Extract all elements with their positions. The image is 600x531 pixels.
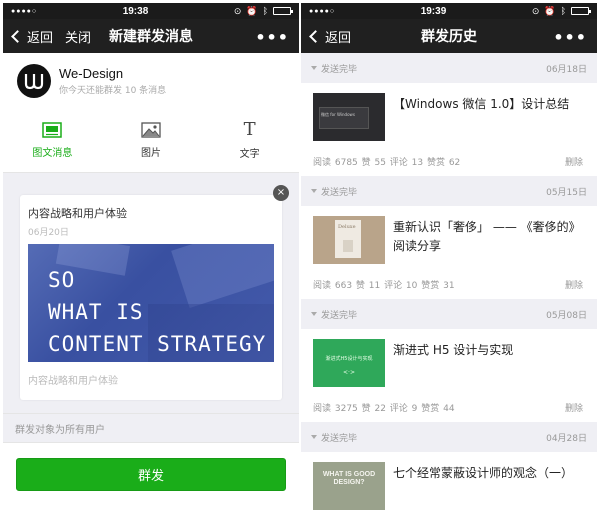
tab-image-label: 图片 <box>141 148 161 159</box>
card-digest: 内容战略和用户体验 <box>28 376 118 387</box>
composer-area: 内容战略和用户体验 06月20日 SO WHAT IS CONTENT STRA… <box>3 179 299 407</box>
image-icon <box>141 122 161 138</box>
history-item: 发送完毕 05月15日 Deluxe 重新认识「奢侈」 —— 《奢侈的》阅读分享… <box>301 176 597 299</box>
lock-rotation-icon: ⊙ <box>531 5 540 16</box>
card-cover-image: SO WHAT IS CONTENT STRATEGY <box>28 244 274 362</box>
cover-line-2: WHAT IS <box>48 300 144 324</box>
chevron-left-icon <box>11 29 24 43</box>
article-thumbnail: 微信 for Windows <box>313 93 385 141</box>
send-area: 群发 <box>3 443 299 528</box>
send-date: 05月15日 <box>546 187 587 198</box>
alarm-icon: ⏰ <box>246 5 258 16</box>
compose-screen: ●●●●○ 19:38 ⊙ ⏰ ᛒ 返回 关闭 新建群发消息 ••• We-De… <box>3 3 299 528</box>
audience-label: 群发对象为所有用户 <box>15 424 105 436</box>
signal-icon: ●●●●○ <box>309 7 336 15</box>
account-header: We-Design 你今天还能群发 10 条消息 <box>3 53 299 109</box>
nav-bar: 返回 关闭 新建群发消息 ••• <box>3 19 299 53</box>
remove-card-icon[interactable]: × <box>273 185 289 201</box>
send-date: 06月18日 <box>546 64 587 75</box>
delete-button[interactable]: 删除 <box>565 155 583 168</box>
bluetooth-icon: ᛒ <box>262 6 268 16</box>
account-name: We-Design <box>59 66 124 81</box>
back-label: 返回 <box>27 30 54 46</box>
history-item: 发送完毕 04月28日 WHAT IS GOOD DESIGN? 七个经常蒙蔽设… <box>301 422 597 528</box>
battery-icon <box>570 7 591 15</box>
text-icon: T <box>243 119 256 140</box>
status-bar: ●●●●○ 19:38 ⊙ ⏰ ᛒ <box>3 3 299 19</box>
article-title: 【Windows 微信 1.0】设计总结 <box>393 97 570 111</box>
alarm-icon: ⏰ <box>544 5 556 16</box>
history-screen: ●●●●○ 19:39 ⊙ ⏰ ᛒ 返回 群发历史 ••• 发送完毕 06月18… <box>301 3 597 528</box>
article-stats: 阅读 663 赞 11 评论 10 赞赏 31 <box>313 281 455 291</box>
history-list: 发送完毕 06月18日 微信 for Windows 【Windows 微信 1… <box>301 53 597 528</box>
battery-icon <box>272 7 293 15</box>
send-status: 发送完毕 <box>321 64 358 75</box>
caret-down-icon <box>311 189 317 193</box>
message-type-tabs: 图文消息 图片 T 文字 <box>3 109 299 173</box>
article-stats: 阅读 3275 赞 22 评论 9 赞赏 44 <box>313 404 455 414</box>
chevron-left-icon <box>309 29 322 43</box>
back-label: 返回 <box>325 30 352 46</box>
tab-article[interactable]: 图文消息 <box>3 109 102 172</box>
article-title: 渐进式 H5 设计与实现 <box>393 343 514 357</box>
card-title: 内容战略和用户体验 <box>28 207 127 220</box>
article-thumbnail: Deluxe <box>313 216 385 264</box>
signal-icon: ●●●●○ <box>11 7 38 15</box>
audience-row[interactable]: 群发对象为所有用户 <box>3 413 299 443</box>
delete-button[interactable]: 删除 <box>565 401 583 414</box>
article-title: 七个经常蒙蔽设计师的观念（一） <box>393 466 574 480</box>
close-button[interactable]: 关闭 <box>65 27 91 46</box>
send-status: 发送完毕 <box>321 310 358 321</box>
we-design-logo <box>17 64 51 98</box>
send-date: 04月28日 <box>546 433 587 444</box>
cover-line-1: SO <box>48 268 76 292</box>
cover-line-3: CONTENT STRATEGY <box>48 332 267 356</box>
back-button[interactable]: 返回 <box>301 27 351 46</box>
article-card[interactable]: 内容战略和用户体验 06月20日 SO WHAT IS CONTENT STRA… <box>20 195 282 400</box>
caret-down-icon <box>311 435 317 439</box>
send-status: 发送完毕 <box>321 433 358 444</box>
history-article[interactable]: 渐进式H5设计与实现 <·> 渐进式 H5 设计与实现 阅读 3275 赞 22… <box>301 329 597 422</box>
lock-rotation-icon: ⊙ <box>233 5 242 16</box>
tab-image[interactable]: 图片 <box>102 109 201 172</box>
more-icon[interactable]: ••• <box>553 28 587 47</box>
nav-bar: 返回 群发历史 ••• <box>301 19 597 53</box>
history-item: 发送完毕 06月18日 微信 for Windows 【Windows 微信 1… <box>301 53 597 176</box>
article-icon <box>42 122 63 138</box>
quota-text: 你今天还能群发 10 条消息 <box>59 86 167 96</box>
article-title: 重新认识「奢侈」 —— 《奢侈的》阅读分享 <box>393 220 581 253</box>
caret-down-icon <box>311 312 317 316</box>
delete-button[interactable]: 删除 <box>565 278 583 291</box>
send-date: 05月08日 <box>546 310 587 321</box>
tab-text-label: 文字 <box>239 149 260 160</box>
article-thumbnail: 渐进式H5设计与实现 <·> <box>313 339 385 387</box>
status-time: 19:38 <box>122 5 149 17</box>
caret-down-icon <box>311 66 317 70</box>
article-thumbnail: WHAT IS GOOD DESIGN? <box>313 462 385 510</box>
history-article[interactable]: WHAT IS GOOD DESIGN? 七个经常蒙蔽设计师的观念（一） <box>301 452 597 528</box>
history-article[interactable]: Deluxe 重新认识「奢侈」 —— 《奢侈的》阅读分享 阅读 663 赞 11… <box>301 206 597 299</box>
article-stats: 阅读 6785 赞 55 评论 13 赞赏 62 <box>313 158 461 168</box>
more-icon[interactable]: ••• <box>255 28 289 47</box>
bluetooth-icon: ᛒ <box>560 6 566 16</box>
tab-text[interactable]: T 文字 <box>200 109 299 172</box>
history-article[interactable]: 微信 for Windows 【Windows 微信 1.0】设计总结 阅读 6… <box>301 83 597 176</box>
status-bar: ●●●●○ 19:39 ⊙ ⏰ ᛒ <box>301 3 597 19</box>
send-status: 发送完毕 <box>321 187 358 198</box>
card-date: 06月20日 <box>28 228 69 238</box>
tab-article-label: 图文消息 <box>32 148 73 159</box>
history-item: 发送完毕 05月08日 渐进式H5设计与实现 <·> 渐进式 H5 设计与实现 … <box>301 299 597 422</box>
status-time: 19:39 <box>420 5 447 17</box>
send-button[interactable]: 群发 <box>16 458 286 491</box>
back-button[interactable]: 返回 <box>3 27 53 46</box>
